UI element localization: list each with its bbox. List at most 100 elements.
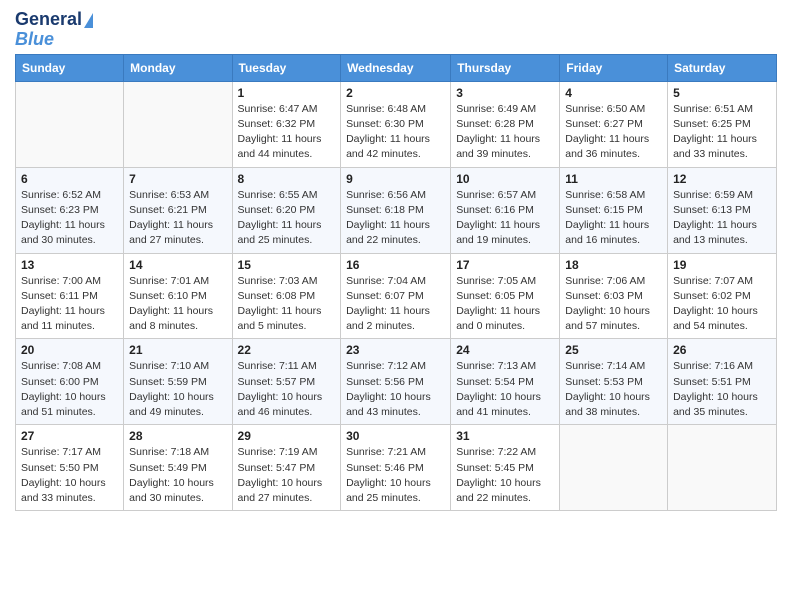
day-detail: Sunrise: 7:13 AM Sunset: 5:54 PM Dayligh… xyxy=(456,359,554,420)
day-detail: Sunrise: 6:53 AM Sunset: 6:21 PM Dayligh… xyxy=(129,188,226,249)
header: General Blue xyxy=(15,10,777,50)
weekday-header-monday: Monday xyxy=(124,54,232,81)
day-number: 29 xyxy=(238,429,336,443)
day-number: 2 xyxy=(346,86,445,100)
day-detail: Sunrise: 7:17 AM Sunset: 5:50 PM Dayligh… xyxy=(21,445,118,506)
calendar-cell: 11 Sunrise: 6:58 AM Sunset: 6:15 PM Dayli… xyxy=(560,167,668,253)
weekday-header-thursday: Thursday xyxy=(451,54,560,81)
logo: General Blue xyxy=(15,10,93,50)
calendar-cell: 16Sunrise: 7:04 AM Sunset: 6:07 PM Dayli… xyxy=(341,253,451,339)
day-number: 10 xyxy=(456,172,554,186)
calendar-cell: 15 Sunrise: 7:03 AM Sunset: 6:08 PM Dayli… xyxy=(232,253,341,339)
calendar-table: SundayMondayTuesdayWednesdayThursdayFrid… xyxy=(15,54,777,511)
calendar-cell: 3 Sunrise: 6:49 AM Sunset: 6:28 PM Daylig… xyxy=(451,81,560,167)
weekday-header-sunday: Sunday xyxy=(16,54,124,81)
day-number: 17 xyxy=(456,258,554,272)
calendar-cell: 12 Sunrise: 6:59 AM Sunset: 6:13 PM Dayli… xyxy=(668,167,777,253)
logo-text: General xyxy=(15,10,93,30)
day-detail: Sunrise: 7:19 AM Sunset: 5:47 PM Dayligh… xyxy=(238,445,336,506)
week-row-5: 27 Sunrise: 7:17 AM Sunset: 5:50 PM Dayli… xyxy=(16,425,777,511)
day-detail: Sunrise: 7:03 AM Sunset: 6:08 PM Dayligh… xyxy=(238,274,336,335)
day-detail: Sunrise: 6:59 AM Sunset: 6:13 PM Dayligh… xyxy=(673,188,771,249)
calendar-cell: 17 Sunrise: 7:05 AM Sunset: 6:05 PM Dayli… xyxy=(451,253,560,339)
day-number: 3 xyxy=(456,86,554,100)
day-detail: Sunrise: 7:10 AM Sunset: 5:59 PM Dayligh… xyxy=(129,359,226,420)
day-detail: Sunrise: 6:48 AM Sunset: 6:30 PM Dayligh… xyxy=(346,102,445,163)
weekday-header-row: SundayMondayTuesdayWednesdayThursdayFrid… xyxy=(16,54,777,81)
day-number: 8 xyxy=(238,172,336,186)
day-detail: Sunrise: 7:12 AM Sunset: 5:56 PM Dayligh… xyxy=(346,359,445,420)
day-number: 20 xyxy=(21,343,118,357)
calendar-cell: 25 Sunrise: 7:14 AM Sunset: 5:53 PM Dayli… xyxy=(560,339,668,425)
day-detail: Sunrise: 7:06 AM Sunset: 6:03 PM Dayligh… xyxy=(565,274,662,335)
day-detail: Sunrise: 7:21 AM Sunset: 5:46 PM Dayligh… xyxy=(346,445,445,506)
day-detail: Sunrise: 6:50 AM Sunset: 6:27 PM Dayligh… xyxy=(565,102,662,163)
calendar-cell: 21 Sunrise: 7:10 AM Sunset: 5:59 PM Dayli… xyxy=(124,339,232,425)
day-detail: Sunrise: 6:57 AM Sunset: 6:16 PM Dayligh… xyxy=(456,188,554,249)
calendar-cell: 29 Sunrise: 7:19 AM Sunset: 5:47 PM Dayli… xyxy=(232,425,341,511)
calendar-cell: 19Sunrise: 7:07 AM Sunset: 6:02 PM Dayli… xyxy=(668,253,777,339)
calendar-cell: 8 Sunrise: 6:55 AM Sunset: 6:20 PM Daylig… xyxy=(232,167,341,253)
day-number: 21 xyxy=(129,343,226,357)
calendar-cell: 10 Sunrise: 6:57 AM Sunset: 6:16 PM Dayli… xyxy=(451,167,560,253)
day-number: 1 xyxy=(238,86,336,100)
weekday-header-tuesday: Tuesday xyxy=(232,54,341,81)
calendar-cell: 28 Sunrise: 7:18 AM Sunset: 5:49 PM Dayli… xyxy=(124,425,232,511)
day-detail: Sunrise: 6:49 AM Sunset: 6:28 PM Dayligh… xyxy=(456,102,554,163)
calendar-cell: 20 Sunrise: 7:08 AM Sunset: 6:00 PM Dayli… xyxy=(16,339,124,425)
day-number: 11 xyxy=(565,172,662,186)
calendar-cell: 18 Sunrise: 7:06 AM Sunset: 6:03 PM Dayli… xyxy=(560,253,668,339)
calendar-cell: 2 Sunrise: 6:48 AM Sunset: 6:30 PM Daylig… xyxy=(341,81,451,167)
day-detail: Sunrise: 6:52 AM Sunset: 6:23 PM Dayligh… xyxy=(21,188,118,249)
day-number: 15 xyxy=(238,258,336,272)
day-detail: Sunrise: 7:05 AM Sunset: 6:05 PM Dayligh… xyxy=(456,274,554,335)
day-number: 24 xyxy=(456,343,554,357)
day-number: 25 xyxy=(565,343,662,357)
logo-triangle-icon xyxy=(84,13,93,28)
day-detail: Sunrise: 7:22 AM Sunset: 5:45 PM Dayligh… xyxy=(456,445,554,506)
day-detail: Sunrise: 6:55 AM Sunset: 6:20 PM Dayligh… xyxy=(238,188,336,249)
calendar-cell: 1 Sunrise: 6:47 AM Sunset: 6:32 PM Daylig… xyxy=(232,81,341,167)
day-number: 13 xyxy=(21,258,118,272)
day-detail: Sunrise: 7:08 AM Sunset: 6:00 PM Dayligh… xyxy=(21,359,118,420)
day-number: 18 xyxy=(565,258,662,272)
calendar-cell: 5Sunrise: 6:51 AM Sunset: 6:25 PM Daylig… xyxy=(668,81,777,167)
day-number: 30 xyxy=(346,429,445,443)
calendar-cell: 4 Sunrise: 6:50 AM Sunset: 6:27 PM Daylig… xyxy=(560,81,668,167)
day-number: 31 xyxy=(456,429,554,443)
weekday-header-friday: Friday xyxy=(560,54,668,81)
week-row-1: 1 Sunrise: 6:47 AM Sunset: 6:32 PM Daylig… xyxy=(16,81,777,167)
day-number: 7 xyxy=(129,172,226,186)
day-number: 22 xyxy=(238,343,336,357)
day-detail: Sunrise: 6:58 AM Sunset: 6:15 PM Dayligh… xyxy=(565,188,662,249)
day-detail: Sunrise: 7:01 AM Sunset: 6:10 PM Dayligh… xyxy=(129,274,226,335)
weekday-header-saturday: Saturday xyxy=(668,54,777,81)
week-row-4: 20 Sunrise: 7:08 AM Sunset: 6:00 PM Dayli… xyxy=(16,339,777,425)
day-number: 28 xyxy=(129,429,226,443)
calendar-cell: 26Sunrise: 7:16 AM Sunset: 5:51 PM Dayli… xyxy=(668,339,777,425)
day-number: 23 xyxy=(346,343,445,357)
day-detail: Sunrise: 7:04 AM Sunset: 6:07 PM Dayligh… xyxy=(346,274,445,335)
day-detail: Sunrise: 7:14 AM Sunset: 5:53 PM Dayligh… xyxy=(565,359,662,420)
day-detail: Sunrise: 7:11 AM Sunset: 5:57 PM Dayligh… xyxy=(238,359,336,420)
day-number: 27 xyxy=(21,429,118,443)
calendar-cell: 27 Sunrise: 7:17 AM Sunset: 5:50 PM Dayli… xyxy=(16,425,124,511)
calendar-cell: 24 Sunrise: 7:13 AM Sunset: 5:54 PM Dayli… xyxy=(451,339,560,425)
day-detail: Sunrise: 6:56 AM Sunset: 6:18 PM Dayligh… xyxy=(346,188,445,249)
calendar-cell xyxy=(124,81,232,167)
day-detail: Sunrise: 6:47 AM Sunset: 6:32 PM Dayligh… xyxy=(238,102,336,163)
calendar-cell xyxy=(560,425,668,511)
day-number: 19 xyxy=(673,258,771,272)
week-row-2: 6 Sunrise: 6:52 AM Sunset: 6:23 PM Daylig… xyxy=(16,167,777,253)
logo-blue-text: Blue xyxy=(15,29,54,49)
day-number: 26 xyxy=(673,343,771,357)
calendar-cell: 6 Sunrise: 6:52 AM Sunset: 6:23 PM Daylig… xyxy=(16,167,124,253)
calendar-cell: 14Sunrise: 7:01 AM Sunset: 6:10 PM Dayli… xyxy=(124,253,232,339)
day-detail: Sunrise: 7:18 AM Sunset: 5:49 PM Dayligh… xyxy=(129,445,226,506)
day-number: 6 xyxy=(21,172,118,186)
calendar-cell: 23 Sunrise: 7:12 AM Sunset: 5:56 PM Dayli… xyxy=(341,339,451,425)
day-number: 4 xyxy=(565,86,662,100)
calendar-cell: 13Sunrise: 7:00 AM Sunset: 6:11 PM Dayli… xyxy=(16,253,124,339)
day-detail: Sunrise: 6:51 AM Sunset: 6:25 PM Dayligh… xyxy=(673,102,771,163)
day-number: 12 xyxy=(673,172,771,186)
